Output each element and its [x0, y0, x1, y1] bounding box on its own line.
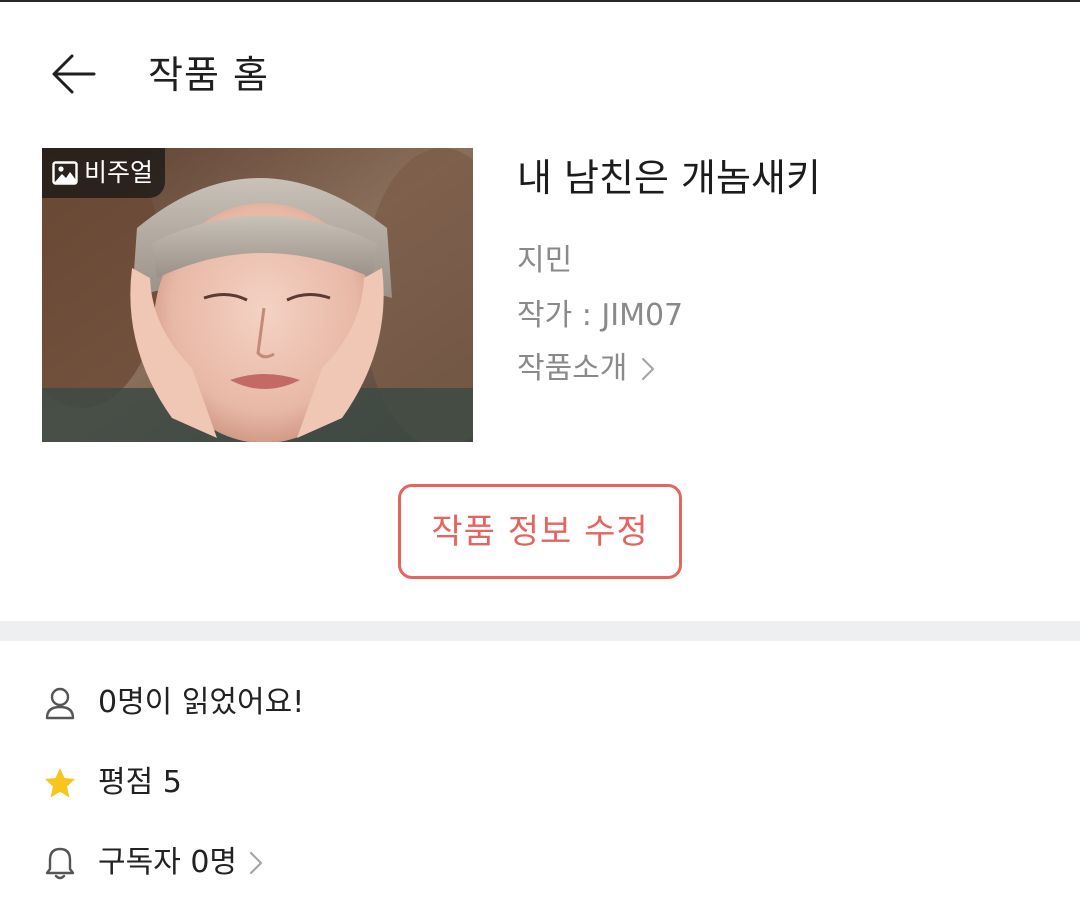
work-subtitle: 지민	[517, 243, 573, 278]
visual-badge: 비주얼	[42, 148, 166, 198]
star-icon	[40, 763, 80, 803]
work-title: 내 남친은 개놈새키	[517, 156, 821, 200]
rating-row: 평점 5	[40, 762, 182, 804]
visual-badge-label: 비주얼	[84, 158, 154, 187]
back-button[interactable]	[44, 48, 102, 100]
bell-icon	[40, 843, 80, 883]
readers-row: 0명이 읽었어요!	[40, 682, 304, 724]
rating-value: 평점 5	[98, 765, 182, 800]
readers-count: 0명이 읽었어요!	[98, 685, 305, 720]
work-intro-link[interactable]: 작품소개	[517, 348, 655, 390]
person-icon	[40, 683, 80, 723]
chevron-right-icon	[249, 851, 263, 875]
subscribers-count: 구독자 0명	[98, 845, 238, 880]
edit-work-info-label: 작품 정보 수정	[431, 511, 649, 552]
arrow-left-icon	[52, 54, 96, 94]
subscribers-row[interactable]: 구독자 0명	[40, 842, 263, 884]
work-author: 작가 : JIM07	[517, 298, 684, 333]
app-header: 작품 홈	[0, 2, 1080, 122]
work-home-page: 작품 홈 비주얼 내 남친은 개놈새키 지민 작가: JIM07 작품소개 작…	[0, 0, 1080, 907]
page-title: 작품 홈	[148, 53, 269, 97]
section-divider	[0, 621, 1080, 641]
image-icon	[52, 161, 78, 185]
edit-work-info-button[interactable]: 작품 정보 수정	[398, 484, 682, 579]
chevron-right-icon	[642, 357, 655, 381]
work-intro-label: 작품소개	[517, 351, 628, 386]
